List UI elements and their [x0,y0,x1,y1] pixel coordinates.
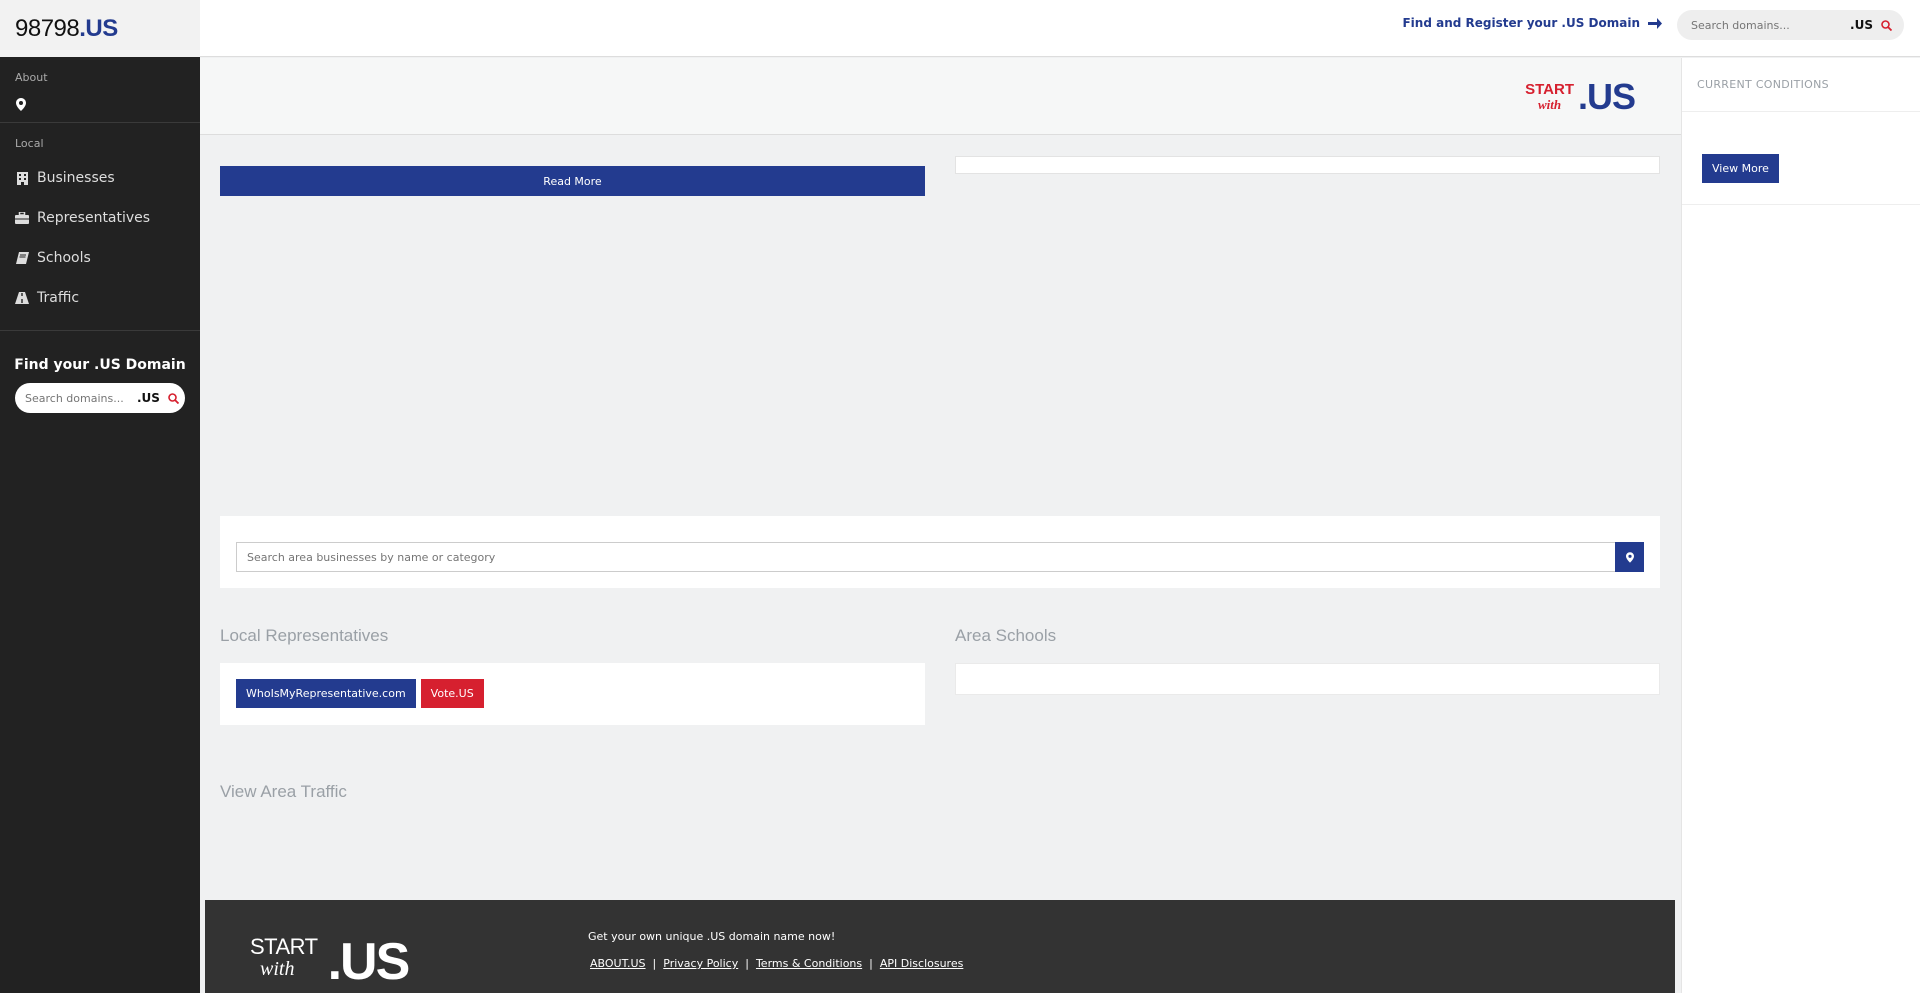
top-domain-search: .US [1677,10,1904,40]
footer: START with .US Get your own unique .US d… [205,900,1675,993]
brand-with: with [1537,97,1562,112]
footer-tagline: Get your own unique .US domain name now! [588,930,836,943]
sidebar-item-label: Traffic [37,290,80,306]
logo[interactable]: 98798.US [0,0,200,57]
arrow-right-icon [1648,17,1662,29]
register-domain-link[interactable]: Find and Register your .US Domain [1402,16,1662,30]
sidebar-domain-search: .US [15,383,185,413]
schools-card [955,663,1660,695]
start-with-us-logo[interactable]: START with .US [1525,76,1636,118]
find-domain-title: Find your .US Domain [14,357,186,373]
register-domain-label: Find and Register your .US Domain [1402,16,1640,30]
sidebar-item-businesses[interactable]: Businesses [0,158,200,198]
footer-separator: | [745,957,749,970]
panel-divider [1682,204,1920,205]
logo-number: 98798 [15,14,80,42]
view-more-button[interactable]: View More [1702,154,1779,183]
brand-start: START [1525,81,1574,98]
current-conditions-title: CURRENT CONDITIONS [1697,78,1829,91]
briefcase-icon [15,211,29,225]
footer-link-about[interactable]: ABOUT.US [590,957,646,970]
footer-brand-with: with [260,958,295,980]
search-icon[interactable] [168,389,180,408]
read-more-button[interactable]: Read More [220,166,925,196]
footer-links: ABOUT.US | Privacy Policy | Terms & Cond… [590,957,963,970]
representatives-card: WhoIsMyRepresentative.com Vote.US [220,663,925,725]
traffic-title: View Area Traffic [220,782,347,801]
footer-link-api[interactable]: API Disclosures [880,957,963,970]
sidebar-item-representatives[interactable]: Representatives [0,198,200,238]
representatives-title: Local Representatives [220,626,389,645]
top-bar: Find and Register your .US Domain .US [200,0,1920,57]
footer-separator: | [869,957,873,970]
top-domain-search-input[interactable] [1691,18,1849,32]
business-search-button[interactable] [1615,542,1644,572]
location-pin-icon[interactable] [0,92,200,116]
sidebar-item-label: Schools [37,250,91,266]
sidebar-divider [0,330,200,331]
footer-separator: | [652,957,657,970]
footer-logo[interactable]: START with .US [250,933,411,991]
book-icon [15,251,29,265]
whoismyrepresentative-button[interactable]: WhoIsMyRepresentative.com [236,679,416,708]
sidebar-section-about: About [15,71,48,84]
sidebar-item-schools[interactable]: Schools [0,238,200,278]
banner: START with .US [200,58,1681,135]
schools-title: Area Schools [955,626,1057,645]
location-pin-icon [1625,551,1634,563]
footer-brand-start: START [250,934,318,959]
sidebar-section-local: Local [15,137,44,150]
top-search-tld: .US [1850,18,1873,32]
search-icon[interactable] [1881,16,1893,35]
footer-link-privacy[interactable]: Privacy Policy [663,957,738,970]
panel-divider [1682,111,1920,112]
logo-tld: .US [79,14,118,42]
road-icon [15,291,29,305]
building-icon [15,171,29,185]
sidebar-item-traffic[interactable]: Traffic [0,278,200,318]
news-panel [955,156,1660,174]
sidebar-divider [0,122,200,123]
sidebar-search-tld: .US [137,391,160,405]
sidebar-item-label: Representatives [37,210,151,226]
footer-link-terms[interactable]: Terms & Conditions [756,957,862,970]
footer-brand-us: .US [327,933,411,991]
sidebar-item-label: Businesses [37,170,115,186]
business-search-input[interactable] [236,542,1615,572]
sidebar: 98798.US About Local Businesses Represen… [0,0,200,993]
sidebar-domain-search-input[interactable] [25,391,135,405]
main-content: START with .US Read More Local Represent… [200,58,1681,993]
vote-us-button[interactable]: Vote.US [420,679,484,708]
current-conditions-panel: CURRENT CONDITIONS View More [1681,58,1920,993]
brand-us: .US [1577,76,1636,117]
business-search-card [220,516,1660,588]
